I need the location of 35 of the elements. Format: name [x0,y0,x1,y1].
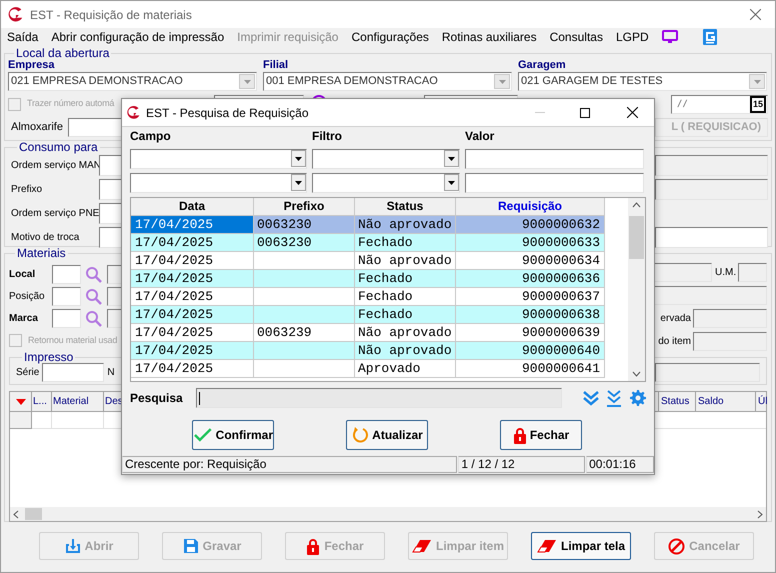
field-label: Garagem [518,59,567,72]
field-label: Ordem serviço PNE [11,207,99,221]
checkbox-label: Retornou material usad [28,334,118,347]
group-title: Local da abertura [15,47,110,59]
field-label: Campo [130,128,172,145]
field-label: Filtro [312,128,343,145]
field-label: Marca [9,312,39,326]
window-title: EST - Requisição de materiais [30,6,192,24]
field-label: Posição [9,290,46,304]
table-cell: Aprovado [355,360,456,378]
group-title: Materiais [16,247,67,259]
checkbox-label: Trazer número automá [27,97,114,110]
field-label: Filial [263,59,290,72]
field-label: Prefixo [11,183,44,197]
dialog-title: EST - Pesquisa de Requisição [146,104,309,122]
field-label: Empresa [8,59,56,72]
field-label: N [107,366,115,380]
field-label: Almoxarife [10,120,64,136]
table-cell: 9000000641 [456,360,605,378]
banner: L ( REQUISICAO) [655,118,768,137]
field-label: do item [658,335,691,349]
group-title: Impresso [23,351,74,363]
field-label: U.M. [715,266,735,280]
field-label: Motivo de troca [11,231,80,245]
field-label: Valor [465,128,496,145]
table-cell: 17/04/2025 [131,216,254,234]
field-label: ervada [660,312,691,326]
table-cell: 17/04/2025 [131,360,254,378]
status-bar-panel: 00:01:16 [586,456,654,473]
group-title: Consumo para [18,141,99,153]
field-label: Pesquisa [130,390,184,407]
field-label: Local [9,268,36,282]
status-bar-panel: 1 / 12 / 12 [458,456,586,473]
field-label: Série [16,366,40,380]
status-bar-panel: Crescente por: Requisição [122,456,458,473]
